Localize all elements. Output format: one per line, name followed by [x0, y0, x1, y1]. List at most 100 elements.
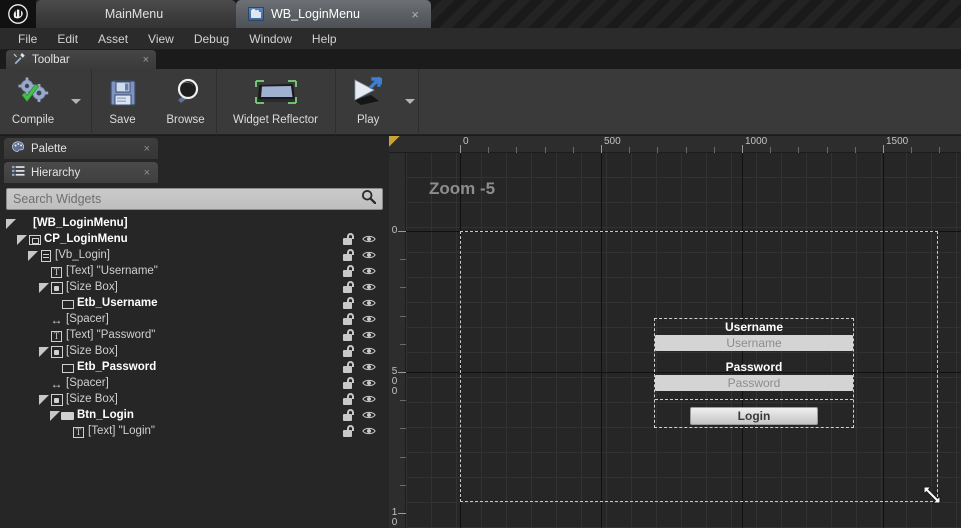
menu-item-help[interactable]: Help [302, 30, 347, 48]
eye-icon[interactable] [362, 362, 376, 372]
tree-row[interactable]: [Text] "Login" [0, 424, 389, 440]
ruler-label: 500 [391, 366, 398, 397]
eye-icon[interactable] [362, 266, 376, 276]
resize-diagonal-icon[interactable] [920, 483, 944, 507]
unlocked-padlock-icon[interactable] [343, 409, 354, 421]
hierarchy-list-icon [12, 165, 25, 180]
eye-icon[interactable] [362, 234, 376, 244]
expander-icon[interactable] [6, 219, 16, 229]
expander-icon[interactable] [39, 347, 49, 357]
unlocked-padlock-icon[interactable] [343, 233, 354, 245]
browse-button[interactable]: Browse [155, 69, 216, 133]
editor-tab-wb-loginmenu[interactable]: WB_LoginMenu × [236, 0, 431, 28]
compile-dropdown-button[interactable] [68, 69, 84, 133]
menu-item-asset[interactable]: Asset [88, 30, 138, 48]
tree-row[interactable]: [WB_LoginMenu] [0, 216, 389, 232]
close-icon[interactable]: × [144, 143, 150, 155]
save-button[interactable]: Save [92, 69, 153, 133]
tab-hierarchy[interactable]: Hierarchy × [4, 162, 158, 183]
unlocked-padlock-icon[interactable] [343, 377, 354, 389]
unlocked-padlock-icon[interactable] [343, 329, 354, 341]
eye-icon[interactable] [362, 250, 376, 260]
menu-item-window[interactable]: Window [239, 30, 302, 48]
magnifier-icon [170, 74, 202, 112]
tree-row[interactable]: [Size Box] [0, 392, 389, 408]
tree-row[interactable]: [Text] "Username" [0, 264, 389, 280]
tree-row[interactable]: Etb_Username [0, 296, 389, 312]
root-canvas-panel-bounds[interactable]: Username Username Password Password Logi… [460, 231, 938, 502]
tree-row[interactable]: [Vb_Login] [0, 248, 389, 264]
search-icon[interactable] [361, 189, 377, 209]
tree-row-toggles [343, 409, 376, 421]
tree-row[interactable]: Etb_Password [0, 360, 389, 376]
tree-row[interactable]: CP_LoginMenu [0, 232, 389, 248]
tree-row[interactable]: Btn_Login [0, 408, 389, 424]
close-icon[interactable]: × [409, 8, 421, 21]
unlocked-padlock-icon[interactable] [343, 249, 354, 261]
play-button[interactable]: Play [336, 69, 400, 133]
close-icon[interactable]: × [143, 54, 149, 66]
tree-row[interactable]: [Size Box] [0, 344, 389, 360]
menu-item-file[interactable]: File [8, 30, 47, 48]
password-input[interactable]: Password [655, 375, 853, 391]
unlocked-padlock-icon[interactable] [343, 265, 354, 277]
size-box-icon [50, 282, 63, 295]
ruler-label: 0 [463, 136, 469, 147]
browse-button-label: Browse [166, 114, 205, 126]
vertical-box-icon [39, 250, 52, 263]
unlocked-padlock-icon[interactable] [343, 393, 354, 405]
designer-canvas-panel[interactable]: 0500100015002000 05001000 Zoom -5 Userna… [389, 136, 961, 528]
expander-icon[interactable] [50, 411, 60, 421]
tab-palette[interactable]: Palette × [4, 138, 158, 159]
unlocked-padlock-icon[interactable] [343, 297, 354, 309]
eye-icon[interactable] [362, 378, 376, 388]
editor-tab-mainmenu[interactable]: MainMenu [36, 0, 236, 28]
search-input[interactable] [13, 192, 361, 206]
tree-row[interactable]: [Size Box] [0, 280, 389, 296]
close-icon[interactable]: × [144, 167, 150, 179]
eye-icon[interactable] [362, 346, 376, 356]
toolbar-panel-tab[interactable]: Toolbar × [6, 50, 156, 69]
expander-icon[interactable] [39, 395, 49, 405]
vertical-box-login-preview[interactable]: Username Username Password Password Logi… [654, 318, 854, 428]
ruler-tick [398, 513, 406, 514]
unlocked-padlock-icon[interactable] [343, 345, 354, 357]
menu-item-view[interactable]: View [138, 30, 184, 48]
ruler-label: 1500 [886, 136, 909, 147]
unlocked-padlock-icon[interactable] [343, 361, 354, 373]
eye-icon[interactable] [362, 394, 376, 404]
eye-icon[interactable] [362, 330, 376, 340]
tree-row-toggles [343, 361, 376, 373]
username-input[interactable]: Username [655, 335, 853, 351]
compile-gears-check-icon [15, 74, 51, 112]
design-surface[interactable]: Zoom -5 Username Username Password Passw… [406, 153, 961, 528]
eye-icon[interactable] [362, 426, 376, 436]
search-widgets-row[interactable] [6, 188, 383, 210]
eye-icon[interactable] [362, 282, 376, 292]
unlocked-padlock-icon[interactable] [343, 281, 354, 293]
widget-hierarchy-tree[interactable]: [WB_LoginMenu] CP_LoginMenu [Vb_Login] [Tex… [0, 216, 389, 528]
eye-icon[interactable] [362, 298, 376, 308]
unlocked-padlock-icon[interactable] [343, 313, 354, 325]
expander-icon[interactable] [28, 251, 38, 261]
menu-item-debug[interactable]: Debug [184, 30, 239, 48]
tree-row[interactable]: ↔ [Spacer] [0, 376, 389, 392]
expander-icon[interactable] [39, 283, 49, 293]
editor-tab-label: WB_LoginMenu [271, 7, 360, 21]
tree-row[interactable]: ↔ [Spacer] [0, 312, 389, 328]
unlocked-padlock-icon[interactable] [343, 425, 354, 437]
eye-icon[interactable] [362, 314, 376, 324]
compile-button[interactable]: Compile [0, 69, 66, 133]
tree-row[interactable]: [Text] "Password" [0, 328, 389, 344]
widget-reflector-button[interactable]: Widget Reflector [217, 69, 334, 133]
compile-button-label: Compile [11, 114, 55, 126]
eye-icon[interactable] [362, 410, 376, 420]
play-dropdown-button[interactable] [402, 69, 418, 133]
expander-icon[interactable] [17, 235, 27, 245]
tree-row-toggles [343, 265, 376, 277]
menu-item-edit[interactable]: Edit [47, 30, 88, 48]
login-button[interactable]: Login [690, 407, 818, 425]
